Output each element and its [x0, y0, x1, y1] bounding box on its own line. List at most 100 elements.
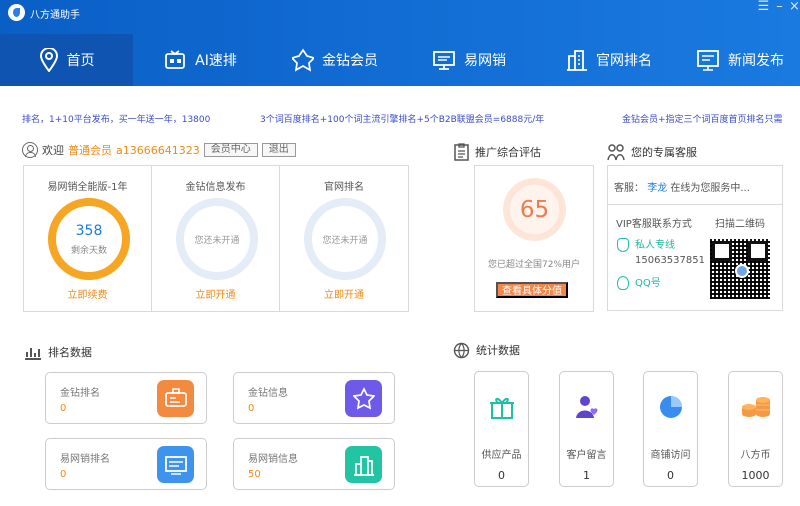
- computer-icon: [433, 51, 455, 70]
- qr-code[interactable]: [708, 237, 772, 301]
- service-panel: 客服： 李龙 在线为您服务中... VIP客服联系方式 扫描二维码 私人专线 1…: [607, 165, 783, 311]
- stat-label: 供应产品: [481, 450, 522, 461]
- ranking-title: 金钻排名: [60, 388, 100, 399]
- inactive-ring: 您还未开通: [176, 198, 258, 280]
- nav-home[interactable]: 首页: [0, 34, 133, 86]
- inactive-ring: 您还未开通: [304, 198, 386, 280]
- menu-icon[interactable]: ☰: [757, 0, 770, 14]
- app-logo-icon: [8, 4, 25, 21]
- stat-card-shop-visits[interactable]: 商铺访问 0: [643, 371, 698, 487]
- section-title: 统计数据: [476, 344, 520, 357]
- product-panel: 易网销全能版-1年 358 剩余天数 立即续费 金钻信息发布 您还未开通 立即开…: [23, 165, 409, 312]
- globe-icon: [453, 342, 470, 358]
- vip-contact-title: VIP客服联系方式: [616, 219, 692, 230]
- qq-row[interactable]: QQ号: [617, 274, 661, 290]
- building-icon: [567, 50, 587, 71]
- open-now-link[interactable]: 立即开通: [280, 286, 408, 301]
- ranking-title: 易网销排名: [60, 454, 110, 465]
- gift-icon: [475, 389, 528, 424]
- logout-button[interactable]: 退出: [261, 143, 296, 157]
- stat-card-customer-messages[interactable]: 客户留言 1: [559, 371, 614, 487]
- welcome-text: 欢迎: [42, 144, 64, 157]
- ticker-text[interactable]: 金钻会员+指定三个词百度首页排名只需: [622, 112, 783, 125]
- ticker-text[interactable]: 3个词百度排名+100个词主流引擎排名+5个B2B联盟会员=6888元/年: [260, 112, 544, 125]
- qq-label: QQ号: [635, 278, 661, 289]
- ranking-data-header: 排名数据: [24, 343, 92, 361]
- stat-label: 八方币: [740, 450, 771, 461]
- view-score-button[interactable]: 查看具体分值: [496, 282, 568, 298]
- renew-link[interactable]: 立即续费: [24, 286, 151, 301]
- badge-card-icon: [157, 380, 194, 417]
- chart-building-icon: [345, 446, 382, 483]
- promotion-score-header: 推广综合评估: [454, 143, 541, 161]
- nav-label: AI速排: [195, 53, 237, 69]
- app-window: 八方通助手 ☰ – × 首页 AI速排 金钻会员 易网销 官网排名 新闻发布 排…: [0, 0, 800, 506]
- phone-icon: [617, 238, 629, 252]
- ranking-card-easy-marketing-info[interactable]: 易网销信息 50: [233, 438, 395, 490]
- open-now-link[interactable]: 立即开通: [152, 286, 279, 301]
- stat-label: 客户留言: [566, 450, 607, 461]
- qq-icon: [617, 276, 629, 290]
- nav-label: 首页: [66, 53, 95, 69]
- score-panel: 65 您已超过全国72%用户 查看具体分值: [474, 165, 594, 312]
- product-title: 金钻信息发布: [185, 182, 246, 193]
- section-title: 推广综合评估: [475, 146, 541, 159]
- private-line-value: 15063537851: [635, 255, 705, 266]
- not-opened-text: 您还未开通: [194, 235, 240, 246]
- stat-card-coins[interactable]: 八方币 1000: [728, 371, 783, 487]
- ticker-text[interactable]: 排名，1+10平台发布，买一年送一年，13800: [22, 112, 210, 125]
- main-navigation: 首页 AI速排 金钻会员 易网销 官网排名 新闻发布: [0, 34, 800, 86]
- bar-chart-icon: [25, 348, 41, 360]
- service-prefix: 客服：: [614, 183, 644, 194]
- section-title: 排名数据: [48, 346, 92, 359]
- stat-label: 商铺访问: [650, 450, 691, 461]
- section-title: 您的专属客服: [631, 146, 697, 159]
- score-circle: 65: [503, 178, 566, 241]
- not-opened-text: 您还未开通: [322, 235, 368, 246]
- private-line-label: 私人专线: [635, 240, 675, 251]
- score-note: 您已超过全国72%用户: [487, 260, 580, 270]
- product-card-site-ranking: 官网排名 您还未开通 立即开通: [280, 166, 408, 311]
- service-status-text: 在线为您服务中...: [670, 183, 750, 194]
- product-title: 易网销全能版-1年: [47, 182, 128, 193]
- member-center-button[interactable]: 会员中心: [203, 143, 258, 157]
- stat-value: 0: [667, 469, 674, 482]
- diamond-medal-icon: [292, 48, 314, 72]
- ranking-value: 50: [248, 469, 261, 480]
- coins-icon: [729, 389, 782, 424]
- ranking-card-diamond-info[interactable]: 金钻信息 0: [233, 372, 395, 424]
- qr-title: 扫描二维码: [715, 219, 765, 230]
- promotion-ticker: 排名，1+10平台发布，买一年送一年，13800 3个词百度排名+100个词主流…: [0, 112, 800, 125]
- nav-ai-ranking[interactable]: AI速排: [150, 34, 250, 86]
- service-status: 客服： 李龙 在线为您服务中...: [608, 166, 782, 205]
- ranking-value: 0: [60, 403, 67, 414]
- stat-value: 1: [583, 469, 590, 482]
- pie-chart-icon: [644, 389, 697, 424]
- nav-easy-marketing[interactable]: 易网销: [425, 34, 513, 86]
- user-bar: 欢迎 普通会员 a13666641323 会员中心 退出: [22, 142, 296, 158]
- nav-diamond-member[interactable]: 金钻会员: [285, 34, 385, 86]
- nav-site-ranking[interactable]: 官网排名: [553, 34, 665, 86]
- service-name[interactable]: 李龙: [647, 183, 667, 194]
- user-id: a13666641323: [116, 143, 200, 157]
- ranking-card-diamond-ranking[interactable]: 金钻排名 0: [45, 372, 207, 424]
- member-level: 普通会员: [68, 144, 112, 157]
- product-card-easy-marketing: 易网销全能版-1年 358 剩余天数 立即续费: [24, 166, 152, 311]
- minimize-icon[interactable]: –: [773, 0, 786, 14]
- close-icon[interactable]: ×: [788, 0, 800, 14]
- nav-label: 易网销: [464, 53, 506, 69]
- ranking-card-easy-marketing-ranking[interactable]: 易网销排名 0: [45, 438, 207, 490]
- nav-news-release[interactable]: 新闻发布: [690, 34, 790, 86]
- ranking-value: 0: [248, 403, 255, 414]
- product-title: 官网排名: [324, 182, 364, 193]
- stat-card-supply-products[interactable]: 供应产品 0: [474, 371, 529, 487]
- remaining-days-value: 358: [75, 222, 103, 239]
- clipboard-icon: [454, 143, 469, 161]
- ranking-title: 易网销信息: [248, 454, 298, 465]
- user-icon: [22, 142, 38, 158]
- ranking-value: 0: [60, 469, 67, 480]
- medal-icon: [345, 380, 382, 417]
- private-line-row[interactable]: 私人专线 15063537851: [617, 236, 705, 266]
- nav-label: 官网排名: [596, 53, 652, 69]
- stat-value: 1000: [741, 469, 770, 482]
